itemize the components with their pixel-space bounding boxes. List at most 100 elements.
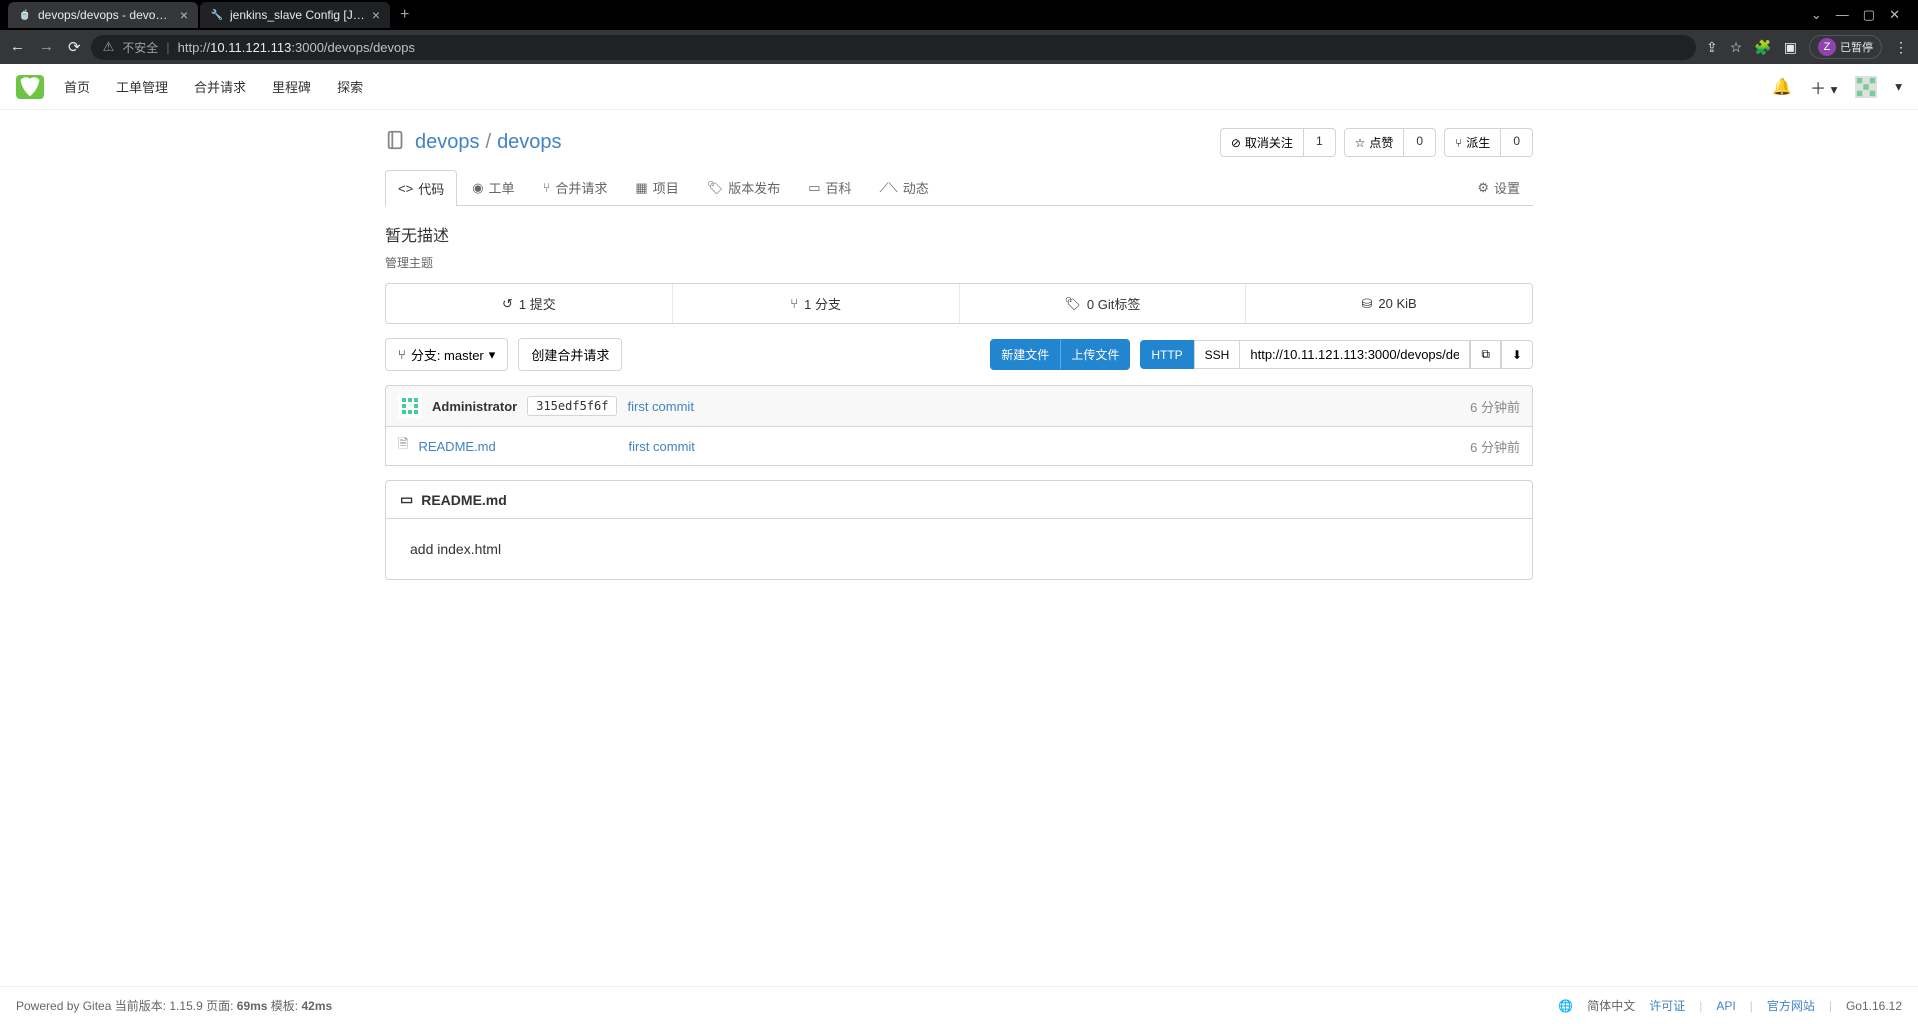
maximize-icon[interactable]: ▢: [1863, 7, 1875, 23]
tab-activity[interactable]: ⟋⟍ 动态: [867, 169, 942, 205]
tab-wiki[interactable]: ▭ 百科: [795, 169, 864, 205]
language-switch[interactable]: 简体中文: [1587, 997, 1635, 1014]
menu-icon[interactable]: ⋮: [1894, 39, 1908, 56]
upload-file-button[interactable]: 上传文件: [1060, 339, 1130, 370]
panel-icon[interactable]: ▣: [1784, 39, 1797, 56]
tab-pulls[interactable]: ⑂ 合并请求: [530, 169, 621, 205]
fork-count[interactable]: 0: [1501, 128, 1533, 157]
nav-milestones[interactable]: 里程碑: [272, 77, 311, 96]
paused-label: 已暂停: [1840, 39, 1873, 55]
tab-settings[interactable]: ⚙ 设置: [1464, 169, 1533, 205]
website-link[interactable]: 官方网站: [1767, 997, 1815, 1014]
main-nav: 首页 工单管理 合并请求 里程碑 探索: [64, 77, 363, 96]
latest-commit: Administrator 315edf5f6f first commit 6 …: [385, 385, 1533, 427]
branch-icon: ⑂: [398, 347, 406, 362]
bookmark-icon[interactable]: ☆: [1730, 39, 1743, 56]
repo-description: 暂无描述: [385, 206, 1533, 254]
new-file-button[interactable]: 新建文件: [990, 339, 1060, 370]
branches-stat[interactable]: ⑂ 1 分支: [672, 284, 959, 323]
commit-sha[interactable]: 315edf5f6f: [527, 396, 617, 416]
toolbar-right: 新建文件 上传文件 HTTP SSH ⧉ ⬇: [990, 339, 1533, 370]
fork-group: ⑂ 派生 0: [1444, 128, 1533, 157]
file-actions: 新建文件 上传文件: [990, 339, 1130, 370]
reload-button[interactable]: ⟳: [68, 38, 81, 56]
star-count[interactable]: 0: [1404, 128, 1436, 157]
watch-count[interactable]: 1: [1304, 128, 1336, 157]
header-right: 🔔 ＋ ▾ ▾: [1772, 75, 1902, 99]
browser-tab-0[interactable]: 🍵 devops/devops - devops - Git… ×: [8, 2, 198, 28]
gitea-logo-icon[interactable]: [16, 75, 44, 99]
chevron-down-icon[interactable]: ⌄: [1811, 7, 1822, 23]
file-icon: 🗎: [398, 435, 408, 457]
extensions-icon[interactable]: 🧩: [1754, 39, 1771, 56]
tab-issues[interactable]: ◉ 工单: [459, 169, 527, 205]
star-button[interactable]: ☆ 点赞: [1344, 128, 1405, 157]
http-button[interactable]: HTTP: [1140, 340, 1193, 369]
eye-slash-icon: ⊘: [1231, 136, 1241, 150]
file-list: 🗎 README.md first commit 6 分钟前: [385, 427, 1533, 466]
commit-message[interactable]: first commit: [627, 399, 693, 414]
repo-toolbar: ⑂ 分支: master ▾ 创建合并请求 新建文件 上传文件 HTTP SSH…: [385, 338, 1533, 371]
browser-tab-1[interactable]: 🔧 jenkins_slave Config [Jenkins] ×: [200, 2, 390, 28]
notifications-icon[interactable]: 🔔: [1772, 77, 1792, 97]
nav-issues[interactable]: 工单管理: [116, 77, 168, 96]
commits-stat[interactable]: ↺ 1 提交: [386, 284, 672, 323]
create-pr-button[interactable]: 创建合并请求: [518, 338, 622, 371]
minimize-icon[interactable]: —: [1836, 7, 1849, 23]
file-name-link[interactable]: README.md: [418, 439, 618, 454]
insecure-icon: ⚠: [103, 39, 115, 55]
commit-author-avatar[interactable]: [398, 394, 422, 418]
new-tab-button[interactable]: +: [392, 4, 417, 26]
api-link[interactable]: API: [1716, 999, 1735, 1013]
repo-name-link[interactable]: devops: [497, 131, 562, 154]
user-avatar[interactable]: [1855, 76, 1877, 98]
pull-icon: ⑂: [543, 180, 551, 195]
tab-projects[interactable]: ▦ 项目: [622, 169, 691, 205]
unwatch-button[interactable]: ⊘ 取消关注: [1220, 128, 1304, 157]
file-time: 6 分钟前: [1470, 437, 1520, 456]
tab-title: devops/devops - devops - Git…: [38, 8, 174, 22]
license-link[interactable]: 许可证: [1649, 997, 1685, 1014]
close-icon[interactable]: ×: [180, 7, 188, 23]
tags-stat[interactable]: 🏷 0 Git标签: [959, 284, 1246, 323]
go-version: Go1.16.12: [1846, 999, 1902, 1013]
commit-time: 6 分钟前: [1470, 397, 1520, 416]
close-icon[interactable]: ×: [372, 7, 380, 23]
nav-explore[interactable]: 探索: [337, 77, 363, 96]
forward-button[interactable]: →: [39, 38, 54, 56]
footer-version: Powered by Gitea 当前版本: 1.15.9 页面: 69ms 模…: [16, 997, 332, 1014]
globe-icon: 🌐: [1558, 999, 1573, 1013]
tab-code[interactable]: <> 代码: [385, 170, 457, 206]
repo-owner-link[interactable]: devops: [415, 131, 480, 154]
fork-button[interactable]: ⑂ 派生: [1444, 128, 1501, 157]
star-icon: ☆: [1355, 136, 1366, 150]
footer: Powered by Gitea 当前版本: 1.15.9 页面: 69ms 模…: [0, 986, 1918, 1024]
manage-topics-link[interactable]: 管理主题: [385, 254, 1533, 271]
nav-home[interactable]: 首页: [64, 77, 90, 96]
create-dropdown[interactable]: ＋ ▾: [1810, 75, 1837, 99]
url-input[interactable]: ⚠ 不安全 | http://10.11.121.113:3000/devops…: [91, 35, 1696, 60]
repo-breadcrumb: devops / devops: [415, 131, 562, 154]
copy-url-button[interactable]: ⧉: [1470, 340, 1501, 369]
nav-buttons: ← → ⟳: [10, 38, 81, 56]
repo-title-row: devops / devops ⊘ 取消关注 1 ☆ 点赞 0: [385, 128, 1533, 157]
branch-icon: ⑂: [790, 296, 798, 311]
close-window-icon[interactable]: ✕: [1889, 7, 1900, 23]
tab-bar: 🍵 devops/devops - devops - Git… × 🔧 jenk…: [0, 0, 1918, 30]
tab-releases[interactable]: 🏷 版本发布: [694, 169, 794, 205]
branch-dropdown[interactable]: ⑂ 分支: master ▾: [385, 338, 508, 371]
database-icon: ⛁: [1362, 296, 1373, 312]
file-commit-msg[interactable]: first commit: [628, 439, 694, 454]
clone-url-input[interactable]: [1240, 340, 1470, 369]
browser-chrome: 🍵 devops/devops - devops - Git… × 🔧 jenk…: [0, 0, 1918, 64]
ssh-button[interactable]: SSH: [1194, 340, 1241, 369]
download-button[interactable]: ⬇: [1501, 340, 1533, 369]
security-label: 不安全: [122, 39, 158, 56]
commit-author[interactable]: Administrator: [432, 399, 517, 414]
gitea-favicon-icon: 🍵: [18, 8, 32, 22]
profile-paused[interactable]: Z 已暂停: [1809, 35, 1882, 59]
nav-pulls[interactable]: 合并请求: [194, 77, 246, 96]
back-button[interactable]: ←: [10, 38, 25, 56]
share-icon[interactable]: ⇪: [1706, 39, 1718, 56]
chevron-down-icon[interactable]: ▾: [1895, 79, 1902, 95]
